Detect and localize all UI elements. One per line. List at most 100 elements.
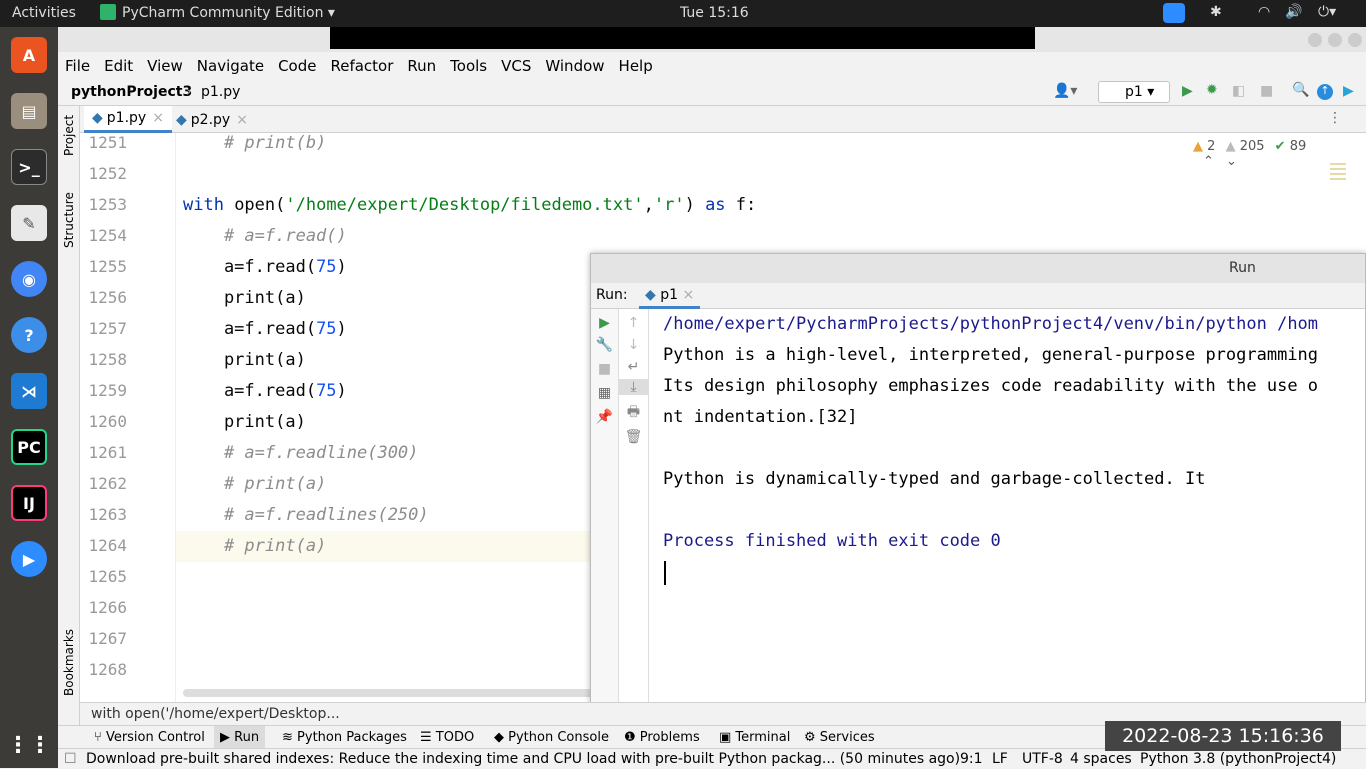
rerun-icon[interactable]: ▶	[591, 315, 618, 331]
zoom-icon[interactable]: ▶	[11, 541, 47, 577]
menu-refactor[interactable]: Refactor	[330, 57, 393, 75]
layout-icon[interactable]: ▦	[591, 385, 618, 401]
coverage-icon[interactable]: ◧	[1232, 83, 1245, 99]
zoom-tray-icon[interactable]	[1163, 3, 1185, 23]
horizontal-scrollbar[interactable]	[183, 689, 593, 697]
chromium-icon[interactable]: ◉	[11, 261, 47, 297]
tool-problems[interactable]: ❶ Problems	[618, 726, 706, 749]
timestamp-overlay: 2022-08-23 15:16:36	[1105, 721, 1341, 751]
error-stripe[interactable]	[1330, 133, 1366, 253]
power-icon[interactable]: ⏻▾	[1318, 4, 1336, 20]
menu-help[interactable]: Help	[619, 57, 653, 75]
run-icon[interactable]: ▶	[1182, 83, 1193, 99]
volume-icon[interactable]: 🔊	[1285, 4, 1302, 20]
menu-vcs[interactable]: VCS	[501, 57, 531, 75]
line-number: 1254	[88, 226, 127, 245]
bookmarks-tool-button[interactable]: Bookmarks	[62, 629, 76, 696]
next-highlight-icon[interactable]: ⌄	[1226, 154, 1237, 169]
tab-p2-py[interactable]: ◆ p2.py ×	[168, 106, 256, 133]
inspection-widget[interactable]: ▲ 2 ▲ 205 ✔ 89 ⌃ ⌄	[1193, 139, 1330, 169]
breadcrumb-file[interactable]: p1.py	[201, 84, 240, 100]
user-icon[interactable]: 👤▾	[1053, 83, 1077, 99]
software-center-icon[interactable]: A	[11, 37, 47, 73]
menu-code[interactable]: Code	[278, 57, 316, 75]
file-encoding[interactable]: UTF-8	[1022, 749, 1063, 769]
weak-warning-count: 205	[1239, 139, 1265, 154]
terminal-icon[interactable]: >_	[11, 149, 47, 185]
caret-position[interactable]: 9:1	[960, 749, 983, 769]
indent-setting[interactable]: 4 spaces	[1070, 749, 1132, 769]
stop-icon[interactable]: ■	[1260, 83, 1273, 99]
up-arrow-icon[interactable]: ↑	[619, 315, 648, 331]
line-number: 1257	[88, 319, 127, 338]
code-line: # print(a)	[183, 536, 327, 556]
trash-icon[interactable]: 🗑	[619, 429, 648, 445]
project-tool-button[interactable]: Project	[62, 115, 76, 156]
vscode-icon[interactable]: ⋊	[11, 373, 47, 409]
maximize-button[interactable]	[1328, 33, 1342, 47]
run-tab-p1[interactable]: ◆ p1 ×	[639, 283, 701, 309]
interpreter[interactable]: Python 3.8 (pythonProject4)	[1140, 749, 1336, 769]
files-icon[interactable]: ▤	[11, 93, 47, 129]
menu-run[interactable]: Run	[407, 57, 436, 75]
line-number: 1266	[88, 598, 127, 617]
menu-view[interactable]: View	[147, 57, 183, 75]
search-icon[interactable]: 🔍	[1292, 82, 1309, 98]
tool-python-packages[interactable]: ≋ Python Packages	[276, 726, 413, 749]
console-line: Python is dynamically-typed and garbage-…	[663, 469, 1206, 489]
console-output[interactable]: /home/expert/PycharmProjects/pythonProje…	[649, 309, 1365, 703]
tool-version-control[interactable]: ⑂ Version Control	[88, 726, 211, 749]
app-menu[interactable]: PyCharm Community Edition ▾	[122, 5, 335, 21]
editor-tabs: ◆ p1.py × ◆ p2.py × ⋮	[80, 106, 1366, 133]
notification-icon[interactable]: ☐	[64, 749, 77, 769]
close-button[interactable]	[1348, 33, 1362, 47]
tool-run[interactable]: ▶ Run	[214, 726, 266, 749]
tool-python-console[interactable]: ◆ Python Console	[488, 726, 615, 749]
code-line: print(a)	[183, 350, 306, 370]
scroll-to-end-icon[interactable]: ⤓	[619, 379, 648, 395]
console-line: /home/expert/PycharmProjects/pythonProje…	[663, 314, 1319, 334]
close-tab-icon[interactable]: ×	[152, 110, 164, 126]
line-number: 1256	[88, 288, 127, 307]
close-tab-icon[interactable]: ×	[236, 112, 248, 128]
text-editor-icon[interactable]: ✎	[11, 205, 47, 241]
modify-config-icon[interactable]: 🔧	[591, 337, 618, 353]
tool-terminal[interactable]: ▣ Terminal	[713, 726, 796, 749]
stop-icon[interactable]: ■	[591, 361, 618, 377]
debug-icon[interactable]: ✹	[1206, 82, 1218, 98]
help-icon[interactable]: ?	[11, 317, 47, 353]
line-separator[interactable]: LF	[992, 749, 1008, 769]
intellij-icon[interactable]: IJ	[11, 485, 47, 521]
clock[interactable]: Tue 15:16	[680, 5, 749, 21]
menu-navigate[interactable]: Navigate	[197, 57, 264, 75]
menu-tools[interactable]: Tools	[450, 57, 487, 75]
previous-highlight-icon[interactable]: ⌃	[1203, 154, 1214, 169]
tool-services[interactable]: ⚙ Services	[798, 726, 881, 749]
minimize-button[interactable]	[1308, 33, 1322, 47]
pycharm-dock-icon[interactable]: PC	[11, 429, 47, 465]
bluetooth-icon[interactable]: ✱	[1210, 4, 1222, 20]
run-config-select[interactable]: p1 ▾	[1098, 81, 1170, 103]
soft-wrap-icon[interactable]: ↵	[619, 359, 648, 375]
pin-icon[interactable]: 📌	[591, 409, 618, 425]
line-number: 1253	[88, 195, 127, 214]
close-run-tab-icon[interactable]: ×	[682, 287, 694, 303]
more-options-icon[interactable]: ⋮	[1328, 110, 1342, 126]
menu-file[interactable]: File	[65, 57, 90, 75]
code-line: # a=f.readlines(250)	[183, 505, 429, 525]
update-icon[interactable]: ↑	[1317, 84, 1333, 100]
print-icon[interactable]: 🖶	[619, 401, 648, 425]
structure-tool-button[interactable]: Structure	[62, 192, 76, 248]
status-message[interactable]: Download pre-built shared indexes: Reduc…	[86, 749, 960, 769]
tool-todo[interactable]: ☰ TODO	[414, 726, 480, 749]
code-with-me-icon[interactable]: ▶	[1343, 83, 1354, 99]
breadcrumb-project[interactable]: pythonProject3	[71, 84, 192, 100]
text-cursor	[664, 561, 666, 585]
show-apps-icon[interactable]: ⋮⋮	[7, 727, 51, 763]
wifi-icon[interactable]: ◠	[1258, 4, 1270, 20]
menu-edit[interactable]: Edit	[104, 57, 133, 75]
down-arrow-icon[interactable]: ↓	[619, 337, 648, 353]
tab-p1-py[interactable]: ◆ p1.py ×	[84, 106, 172, 133]
activities-button[interactable]: Activities	[12, 5, 76, 21]
menu-window[interactable]: Window	[545, 57, 604, 75]
